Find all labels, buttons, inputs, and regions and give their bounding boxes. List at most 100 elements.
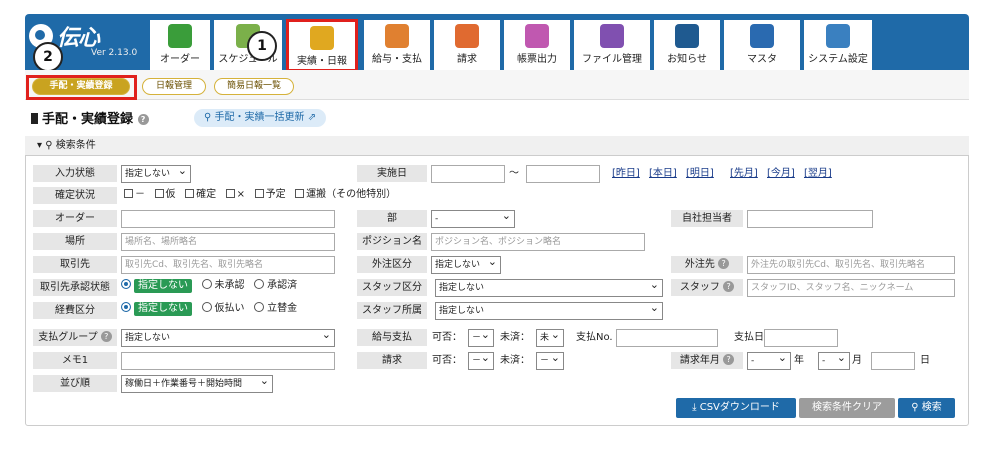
nav-notices[interactable]: お知らせ (654, 20, 720, 70)
checkbox[interactable] (295, 189, 305, 198)
pay-no-input[interactable] (616, 329, 718, 347)
order-input[interactable] (121, 210, 335, 228)
collapse-icon: ▾ (37, 140, 43, 151)
expense-option: 指定しない (134, 302, 192, 316)
pay-group-select[interactable]: 指定しない (121, 329, 335, 347)
nav-files[interactable]: ファイル管理 (574, 20, 650, 70)
client-input[interactable]: 取引先Cd、取引先名、取引先略名 (121, 256, 335, 274)
nav-salary[interactable]: 給与・支払 (364, 20, 430, 70)
radio-selected[interactable] (121, 302, 131, 312)
label-salary: 給与支払 (357, 329, 427, 346)
staff-type-select[interactable]: 指定しない (435, 279, 663, 297)
radio-selected[interactable] (121, 279, 131, 289)
step-marker-2: 2 (33, 42, 63, 72)
confirm-option: 仮 (165, 189, 176, 200)
csv-download-button[interactable]: ⤓ CSVダウンロード (676, 398, 796, 418)
search-panel-header[interactable]: ▾ ⚲ 検索条件 (25, 136, 969, 156)
help-icon[interactable]: ? (718, 258, 730, 269)
checkbox[interactable] (154, 189, 164, 198)
search-icon: ⚲ (45, 140, 53, 151)
bill-year-select[interactable]: - (747, 352, 791, 370)
documents-icon (525, 24, 549, 48)
pay-date-label: 支払日 (734, 332, 764, 343)
staff-dept-select[interactable]: 指定しない (435, 302, 663, 320)
nav-label: システム設定 (808, 54, 868, 65)
approval-option: 承認済 (267, 280, 298, 291)
subtab-simple-daily-list[interactable]: 簡易日報一覧 (214, 78, 294, 95)
highlight-box-subtab (26, 75, 137, 100)
nav-order[interactable]: オーダー (150, 20, 210, 70)
approval-option: 未承認 (214, 280, 245, 291)
nav-results-daily-report[interactable]: 実績・日報 (286, 19, 358, 72)
range-separator: ～ (509, 168, 519, 179)
checkbox[interactable] (185, 189, 195, 198)
link-tomorrow[interactable]: [明日] (686, 166, 714, 182)
sort-select[interactable]: 稼働日＋作業番号＋開始時間 (121, 375, 273, 393)
search-button[interactable]: ⚲ 検索 (898, 398, 955, 418)
label-client: 取引先 (33, 256, 117, 273)
step-marker-1: 1 (247, 31, 277, 61)
label-entry-state: 入力状態 (33, 165, 117, 182)
bulk-update-button[interactable]: ⚲ 手配・実績一括更新 ⇗ (194, 109, 327, 127)
label-staff-text: スタッフ (679, 282, 720, 293)
billing-yesno-label: 可否： (432, 355, 462, 366)
radio[interactable] (201, 302, 212, 312)
nav-label: 帳票出力 (517, 54, 557, 65)
label-memo1: メモ1 (33, 352, 117, 369)
bulk-update-label: 手配・実績一括更新 (214, 112, 305, 123)
help-icon[interactable]: ? (100, 331, 112, 342)
nav-label: 給与・支払 (372, 54, 422, 65)
client-approval-radios: 指定しない 未承認 承認済 (121, 278, 297, 294)
person-money-icon (385, 24, 409, 48)
nav-forms[interactable]: 帳票出力 (504, 20, 570, 70)
staff-input[interactable]: スタッフID、スタッフ名、ニックネーム (747, 279, 955, 297)
radio[interactable] (254, 279, 265, 289)
impl-date-from-input[interactable] (431, 165, 505, 183)
nav-system-settings[interactable]: システム設定 (804, 20, 872, 70)
impl-date-to-input[interactable] (526, 165, 600, 183)
page-title: 手配・実績登録 ? (31, 108, 149, 127)
checkbox[interactable] (225, 189, 235, 198)
label-billing: 請求 (357, 352, 427, 369)
memo1-input[interactable] (121, 352, 335, 370)
salary-unpaid-select[interactable]: 未 (536, 329, 564, 347)
nav-master[interactable]: マスタ (724, 20, 800, 70)
dept-select[interactable]: - (431, 210, 515, 228)
confirm-state-checkboxes: － 仮 確定 × 予定 運搬（その他特別） (124, 187, 396, 203)
own-staff-input[interactable] (747, 210, 873, 228)
confirm-option: 運搬（その他特別） (306, 189, 397, 200)
csv-download-label: CSVダウンロード (699, 402, 780, 413)
search-label: 検索 (921, 402, 942, 413)
link-next-month[interactable]: [翌月] (804, 166, 832, 182)
salary-yesno-select[interactable]: － (468, 329, 494, 347)
link-this-month[interactable]: [今月] (767, 166, 795, 182)
link-yesterday[interactable]: [昨日] (612, 166, 640, 182)
pay-no-label: 支払No. (576, 332, 613, 343)
label-client-approval: 取引先承認状態 (33, 279, 117, 296)
bill-day-input[interactable] (871, 352, 915, 370)
billing-yesno-select[interactable]: － (468, 352, 494, 370)
billing-unpaid-select[interactable]: － (536, 352, 564, 370)
checkbox[interactable] (124, 189, 133, 198)
outsource-input[interactable]: 外注先の取引先Cd、取引先名、取引先略名 (747, 256, 955, 274)
link-today[interactable]: [本日] (649, 166, 677, 182)
subtab-daily-report[interactable]: 日報管理 (142, 78, 206, 95)
outsource-type-select[interactable]: 指定しない (431, 256, 501, 274)
nav-billing[interactable]: 請求 (434, 20, 500, 70)
help-icon[interactable]: ? (723, 354, 735, 365)
pay-date-input[interactable] (764, 329, 838, 347)
radio[interactable] (201, 279, 212, 289)
label-pay-group: 支払グループ ? (33, 329, 117, 346)
link-last-month[interactable]: [先月] (730, 166, 758, 182)
entry-state-select[interactable]: 指定しない (121, 165, 191, 183)
year-label: 年 (794, 355, 804, 366)
radio[interactable] (254, 302, 265, 312)
nav-label: オーダー (160, 54, 200, 65)
bill-month-select[interactable]: - (818, 352, 850, 370)
checkbox[interactable] (254, 189, 264, 198)
position-input[interactable]: ポジション名、ポジション略名 (431, 233, 645, 251)
place-input[interactable]: 場所名、場所略名 (121, 233, 335, 251)
help-icon[interactable]: ? (137, 114, 149, 125)
help-icon[interactable]: ? (723, 281, 735, 292)
clear-conditions-button[interactable]: 検索条件クリア (799, 398, 895, 418)
